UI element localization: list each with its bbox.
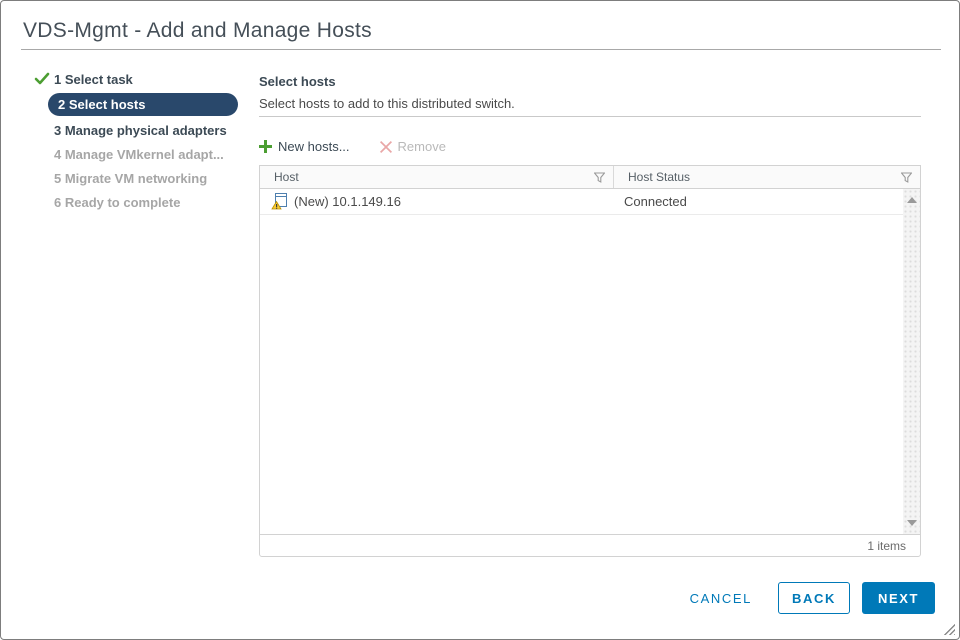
page-heading: Select hosts: [259, 74, 336, 89]
title-divider: [21, 49, 941, 50]
remove-button: Remove: [379, 139, 446, 154]
page-subheading: Select hosts to add to this distributed …: [259, 96, 515, 111]
filter-icon[interactable]: [901, 171, 912, 183]
content-divider: [259, 116, 921, 117]
items-count: 1 items: [867, 538, 906, 553]
step-item-manage-physical-adapters[interactable]: 3 Manage physical adapters: [34, 118, 238, 142]
host-name: (New) 10.1.149.16: [294, 194, 401, 209]
table-header: Host Host Status: [260, 166, 920, 189]
step-label: 6 Ready to complete: [54, 194, 181, 210]
column-header-host[interactable]: Host: [260, 166, 614, 188]
filter-icon[interactable]: [594, 171, 605, 183]
table-footer: 1 items: [260, 534, 920, 556]
step-label: 1 Select task: [54, 71, 133, 87]
scroll-down-icon[interactable]: [907, 520, 917, 526]
dialog-actions: CANCEL BACK NEXT: [676, 582, 935, 614]
plus-icon: [259, 140, 272, 153]
remove-x-icon: [379, 140, 392, 153]
scroll-up-icon[interactable]: [907, 197, 917, 203]
cancel-button[interactable]: CANCEL: [676, 582, 766, 614]
next-button[interactable]: NEXT: [862, 582, 935, 614]
step-item-select-task[interactable]: 1 Select task: [34, 67, 238, 91]
table-body: (New) 10.1.149.16 Connected: [260, 189, 920, 534]
step-item-ready-to-complete: 6 Ready to complete: [34, 190, 238, 214]
wizard-step-list: 1 Select task 2 Select hosts 3 Manage ph…: [34, 67, 238, 214]
column-header-label: Host Status: [628, 170, 691, 184]
new-hosts-label: New hosts...: [278, 139, 350, 154]
table-row[interactable]: (New) 10.1.149.16 Connected: [260, 189, 920, 215]
add-and-manage-hosts-dialog: VDS-Mgmt - Add and Manage Hosts 1 Select…: [0, 0, 960, 640]
step-label: 3 Manage physical adapters: [54, 122, 227, 138]
new-hosts-button[interactable]: New hosts...: [259, 139, 350, 154]
hosts-table: Host Host Status (New) 10.1.149.16 Conne…: [259, 165, 921, 557]
step-item-manage-vmkernel-adapters: 4 Manage VMkernel adapt...: [34, 142, 238, 166]
column-header-label: Host: [274, 170, 299, 184]
resize-grip[interactable]: [943, 623, 955, 635]
host-warning-icon: [271, 193, 287, 210]
hosts-toolbar: New hosts... Remove: [259, 139, 446, 154]
step-item-migrate-vm-networking: 5 Migrate VM networking: [34, 166, 238, 190]
back-button[interactable]: BACK: [778, 582, 850, 614]
host-status-cell: Connected: [624, 194, 687, 209]
vertical-scrollbar[interactable]: [903, 189, 920, 534]
step-label: 5 Migrate VM networking: [54, 170, 208, 186]
host-cell: (New) 10.1.149.16: [260, 193, 614, 210]
column-header-host-status[interactable]: Host Status: [614, 166, 920, 188]
check-icon: [34, 71, 52, 87]
remove-label: Remove: [397, 139, 446, 154]
active-step-pill: 2 Select hosts: [48, 93, 238, 116]
dialog-title: VDS-Mgmt - Add and Manage Hosts: [23, 19, 372, 42]
step-item-select-hosts[interactable]: 2 Select hosts: [34, 91, 238, 118]
step-label: 4 Manage VMkernel adapt...: [54, 146, 224, 162]
